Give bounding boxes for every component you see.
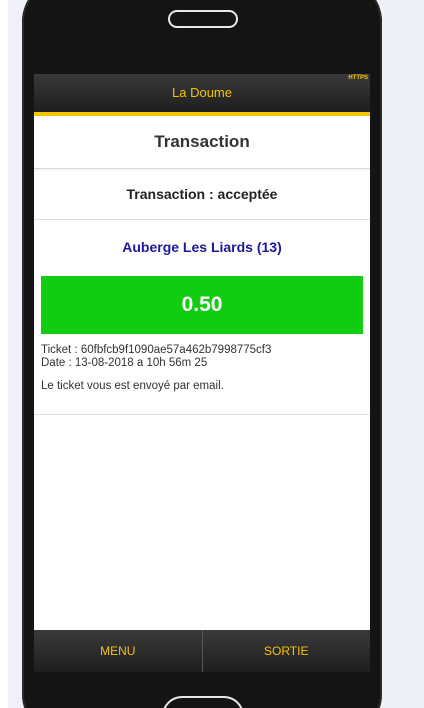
phone-screen: La Doume HTTPS Transaction Transaction :… — [34, 74, 370, 672]
phone-home-button[interactable] — [162, 696, 244, 708]
menu-button[interactable]: MENU — [34, 630, 202, 672]
transaction-amount: 0.50 — [41, 276, 363, 334]
page-title: Transaction — [34, 116, 370, 169]
page-margin-left — [0, 0, 8, 708]
app-stage: La Doume HTTPS Transaction Transaction :… — [0, 0, 424, 708]
merchant-name: Auberge Les Liards (13) — [122, 239, 282, 255]
email-notice: Le ticket vous est envoyé par email. — [34, 370, 370, 415]
app-title: La Doume — [172, 85, 232, 100]
transaction-date: Date : 13-08-2018 a 10h 56m 25 — [41, 357, 208, 369]
ticket-id: Ticket : 60fbfcb9f1090ae57a462b7998775cf… — [41, 344, 272, 356]
app-header: La Doume HTTPS — [34, 74, 370, 116]
footer-nav: MENU SORTIE — [34, 630, 370, 672]
phone-speaker — [168, 10, 238, 28]
transaction-status: Transaction : acceptée — [34, 169, 370, 220]
ticket-details: Ticket : 60fbfcb9f1090ae57a462b7998775cf… — [34, 334, 370, 370]
exit-button[interactable]: SORTIE — [201, 630, 371, 672]
https-badge: HTTPS — [348, 75, 368, 81]
page-margin-right — [390, 0, 424, 708]
phone-frame: La Doume HTTPS Transaction Transaction :… — [22, 0, 382, 708]
